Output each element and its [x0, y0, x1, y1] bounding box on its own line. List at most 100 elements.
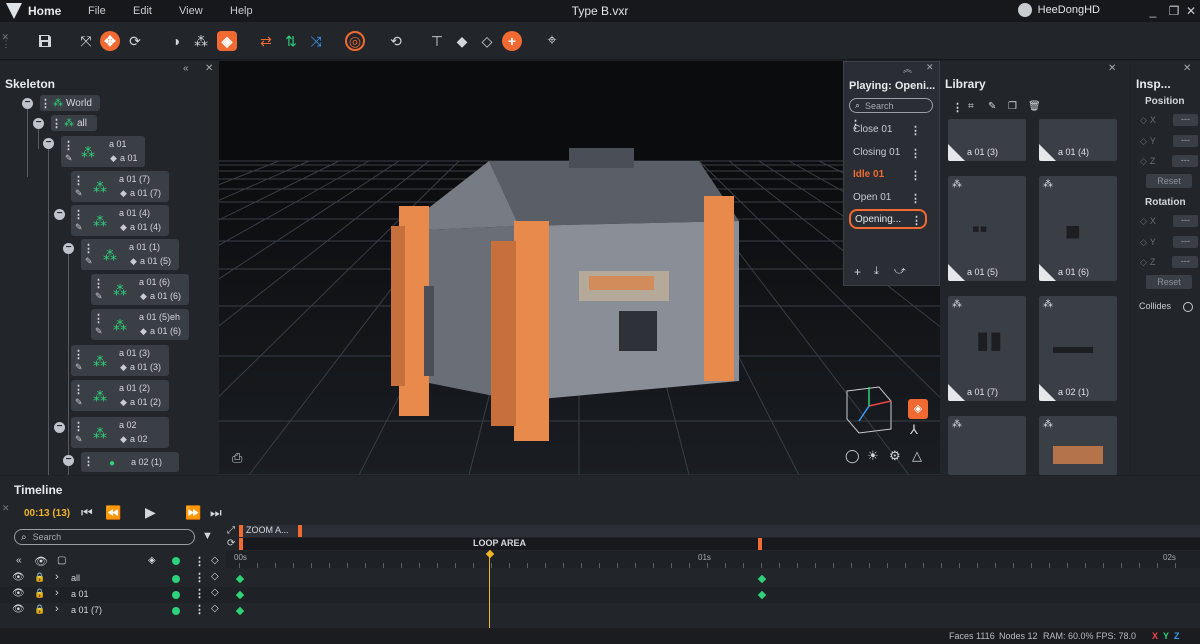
node-menu-icon[interactable]: ⋮ [40, 97, 51, 110]
crop-icon[interactable]: ⌗ [968, 101, 974, 112]
menu-view[interactable]: View [179, 5, 203, 17]
next-frame-icon[interactable]: ⏩ [185, 505, 201, 521]
position-z-field[interactable]: --- [1172, 155, 1198, 167]
node-menu-icon[interactable]: ⋮ [63, 139, 74, 152]
tree-node-all[interactable]: ⋮ ⁂ all [51, 115, 97, 131]
library-item[interactable]: ⁂ [948, 416, 1026, 475]
library-item[interactable]: ⁂ [1039, 416, 1117, 475]
expand-icon[interactable]: › [55, 571, 59, 583]
keyframe-header-icon[interactable]: ◇ [211, 555, 219, 566]
pivot-icon[interactable]: ◑ [166, 31, 186, 51]
visibility-icon[interactable]: 👁 [12, 604, 25, 615]
tree-node[interactable]: ⋮ ✎ ⁂ a 01 (7) ◆ a 01 (7) [71, 171, 169, 202]
delete-icon[interactable]: 🗑 [1028, 101, 1041, 112]
light-icon[interactable]: ☀ [867, 448, 879, 464]
track-row[interactable]: 👁 🔒 › all ⋮ ◇ [0, 571, 1200, 587]
keyframe[interactable] [235, 606, 245, 616]
record-icon[interactable]: ◎ [345, 31, 365, 51]
collapse-toggle[interactable]: − [63, 243, 74, 254]
anim-item-close[interactable]: Close 01 [853, 124, 892, 135]
cube-filled-icon[interactable]: ◆ [452, 31, 472, 51]
panel-close-icon[interactable]: ✕ [1183, 63, 1191, 74]
popup-close-icon[interactable]: ✕ [926, 62, 934, 73]
node-menu-icon[interactable]: ⋮ [73, 348, 84, 361]
edit-icon[interactable]: ✎ [95, 326, 103, 337]
hierarchy-icon[interactable]: ⊤ [427, 31, 447, 51]
loop-area-bar[interactable]: LOOP AREA [239, 538, 1200, 550]
library-item[interactable]: a 01 (4) [1039, 119, 1117, 161]
rotation-z-field[interactable]: --- [1172, 256, 1198, 268]
node-menu-icon[interactable]: ⋮ [83, 455, 94, 468]
collapse-toggle[interactable]: − [22, 98, 33, 109]
key-nav-icon[interactable]: ◈ [148, 555, 156, 566]
track-menu-icon[interactable]: ⋮ [194, 571, 205, 584]
zoom-end-handle[interactable] [298, 525, 302, 537]
loop-icon[interactable]: ⟲ [386, 31, 406, 51]
menu-edit[interactable]: Edit [133, 5, 152, 17]
collapse-all-icon[interactable]: « [16, 555, 22, 566]
keyframe[interactable] [235, 590, 245, 600]
edit-icon[interactable]: ✎ [65, 153, 73, 164]
close-window-button[interactable]: ✕ [1182, 2, 1200, 20]
add-animation-icon[interactable]: + [854, 265, 861, 279]
node-menu-icon[interactable]: ⋮ [73, 420, 84, 433]
library-menu-icon[interactable]: ⋮ [952, 101, 963, 114]
position-x-field[interactable]: --- [1172, 114, 1198, 126]
3d-viewport[interactable]: ◈ ⅄ ◯ ☀ ⚙ △ ⎙ [219, 61, 940, 475]
filter-icon[interactable]: ▼ [202, 530, 213, 542]
lock-icon[interactable]: 🔒 [34, 572, 45, 583]
anim-item-idle[interactable]: Idle 01 [853, 169, 884, 180]
edit-icon[interactable]: ✎ [75, 188, 83, 199]
node-menu-icon[interactable]: ⋮ [93, 312, 104, 325]
tree-node[interactable]: ⋮ ✎ ⁂ a 01 (5)eh ◆ a 01 (6) [91, 309, 189, 340]
visibility-header-icon[interactable]: 👁 [34, 555, 48, 568]
anim-item-open[interactable]: Open 01 [853, 192, 891, 203]
perspective-toggle-icon[interactable]: ◈ [908, 399, 928, 419]
menu-help[interactable]: Help [230, 5, 253, 17]
position-reset-button[interactable]: Reset [1146, 174, 1192, 188]
keyframe[interactable] [235, 574, 245, 584]
collapse-toggle[interactable]: − [43, 138, 54, 149]
export-animation-icon[interactable]: ⤻ [894, 265, 906, 278]
add-icon[interactable]: + [502, 31, 522, 51]
node-menu-icon[interactable]: ⋮ [73, 208, 84, 221]
library-item[interactable]: ⁂ ▮▮ a 01 (7) [948, 296, 1026, 401]
expand-icon[interactable]: › [55, 587, 59, 599]
track-menu-icon[interactable]: ⋮ [194, 587, 205, 600]
visibility-icon[interactable]: 👁 [12, 588, 25, 599]
edit-icon[interactable]: ✎ [95, 291, 103, 302]
mesh-tool-icon[interactable]: ◈ [217, 31, 237, 51]
duplicate-icon[interactable]: ❐ [1008, 101, 1017, 112]
edit-icon[interactable]: ✎ [75, 397, 83, 408]
edit-icon[interactable]: ✎ [75, 362, 83, 373]
tree-node[interactable]: ⋮ ✎ ⁂ a 01 (1) ◆ a 01 (5) [81, 239, 179, 270]
keyframe[interactable] [757, 574, 767, 584]
position-y-field[interactable]: --- [1172, 135, 1198, 147]
keyframe[interactable] [757, 590, 767, 600]
track-menu-icon[interactable]: ⋮ [194, 603, 205, 616]
add-key-icon[interactable]: ◇ [211, 587, 219, 598]
lock-header-icon[interactable]: ▢ [57, 555, 66, 566]
time-ruler[interactable]: 00s 01s 02s [226, 551, 1200, 568]
edit-icon[interactable]: ✎ [85, 256, 93, 267]
swap-z-icon[interactable]: ⤨ [306, 31, 326, 51]
collides-toggle[interactable] [1183, 302, 1193, 312]
tree-node[interactable]: ⋮ ● a 02 (1) [81, 452, 179, 472]
rotation-y-field[interactable]: --- [1172, 236, 1198, 248]
tree-node-world[interactable]: ⋮ ⁂ World [40, 95, 100, 111]
home-menu[interactable]: Home [28, 4, 61, 18]
loop-start-handle[interactable] [239, 538, 243, 550]
header-menu-icon[interactable]: ⋮ [194, 555, 205, 568]
tree-node[interactable]: ⋮ ✎ ⁂ a 01 (4) ◆ a 01 (4) [71, 205, 169, 236]
cube-outline-icon[interactable]: ◇ [477, 31, 497, 51]
library-item[interactable]: ⁂ ▬▬ a 02 (1) [1039, 296, 1117, 401]
play-icon[interactable]: ▶ [145, 504, 156, 521]
timeline-search-input[interactable]: ⌕ Search [14, 529, 195, 545]
track-row[interactable]: 👁 🔒 › a 01 (7) ⋮ ◇ [0, 603, 1200, 619]
node-menu-icon[interactable]: ⋮ [73, 174, 84, 187]
crosshair-icon[interactable]: ⌖ [542, 31, 562, 51]
camera-icon[interactable]: ⎙ [232, 450, 242, 466]
rotation-reset-button[interactable]: Reset [1146, 275, 1192, 289]
rotate-tool-icon[interactable]: ⟳ [125, 31, 145, 51]
tree-node[interactable]: ⋮ ✎ ⁂ a 01 (3) ◆ a 01 (3) [71, 345, 169, 376]
